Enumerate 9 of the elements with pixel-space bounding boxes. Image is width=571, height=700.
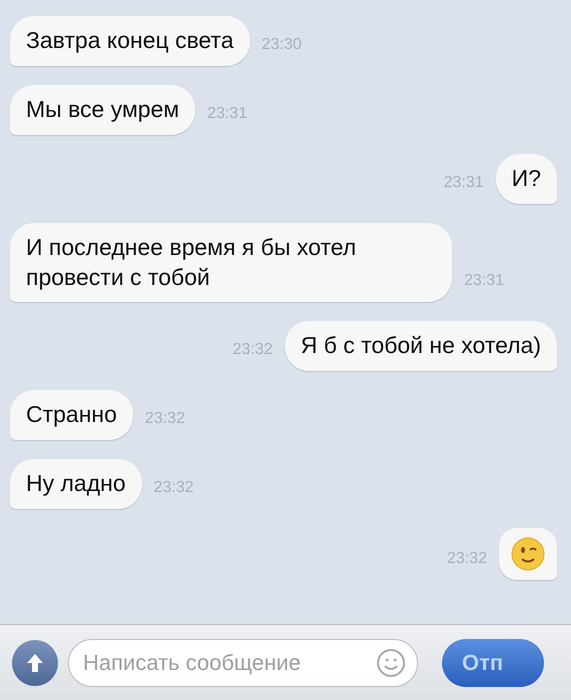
message-bubble: Завтра конец света [10,16,250,66]
send-button[interactable]: Отп [442,638,544,686]
message-bubble: Я б с тобой не хотела) [284,321,557,372]
message-bubble: Мы все умрем [10,84,196,135]
message-bubble: И? [496,154,557,204]
message-bubble: Странно [10,390,133,440]
message-input-field[interactable]: Написать сообщение [68,638,418,686]
message-bubble: И последнее время я бы хотел провести с тобой [10,222,452,302]
message-bubble: Ну ладно [10,459,142,510]
